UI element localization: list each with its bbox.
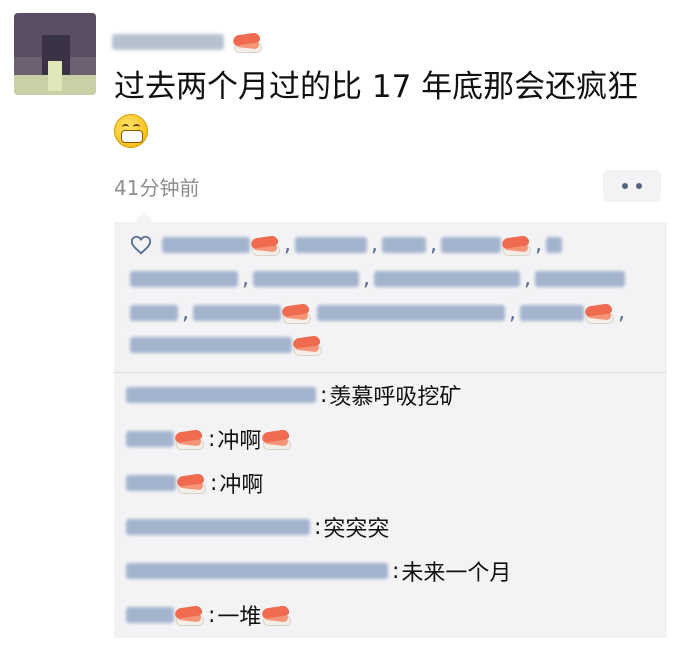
comment-item[interactable]: : 冲啊 [126,422,292,456]
commenter-name[interactable] [126,519,310,535]
liker-name[interactable] [193,304,281,321]
post-time: 41分钟前 [114,176,200,200]
grinning-face-icon [114,114,148,148]
liker-name[interactable] [130,337,292,353]
sushi-icon [174,604,204,626]
comment-item[interactable]: : 一堆 [126,598,292,632]
nickname-blurred [112,34,224,50]
likes-divider [114,372,667,373]
liker-name[interactable] [382,236,426,253]
likes-line-2: , , , [130,266,625,291]
comment-item[interactable]: : 突突突 [126,510,389,544]
liker-name[interactable] [441,236,501,253]
commenter-name[interactable] [126,475,176,491]
comment-item[interactable]: : 冲啊 [126,466,263,500]
comment-item[interactable]: : 未来一个月 [126,554,511,588]
sushi-icon [292,334,322,356]
comment-item[interactable]: : 羡慕呼吸挖矿 [126,378,461,412]
sushi-icon [281,302,311,324]
more-button[interactable] [603,170,661,202]
comment-colon: : [208,602,216,628]
commenter-name[interactable] [126,431,174,447]
comment-colon: : [208,426,216,452]
liker-name[interactable] [546,236,562,253]
more-dot [636,183,642,189]
commenter-name[interactable] [126,563,388,579]
separator: , [535,232,542,257]
separator: , [284,232,291,257]
commenter-name[interactable] [126,607,174,623]
sushi-icon [584,302,614,324]
likes-section: , , , , , , , , , , [114,222,667,370]
liker-name[interactable] [374,270,520,287]
comment-text: 一堆 [217,605,262,630]
liker-name[interactable] [535,270,625,287]
separator: , [242,266,249,291]
liker-name[interactable] [295,236,367,253]
sushi-icon [176,472,206,494]
poster-nickname[interactable] [112,24,262,60]
comment-text: 突突突 [323,517,390,542]
liker-name[interactable] [520,304,584,321]
sushi-icon [250,234,280,256]
sushi-icon [261,604,292,626]
likes-line-1: , , , , [130,232,562,257]
comment-colon: : [210,470,218,496]
likes-line-3: , , , [130,300,629,325]
heart-icon [130,235,152,254]
comment-colon: : [320,382,328,408]
liker-name[interactable] [317,304,505,321]
liker-name[interactable] [253,270,359,287]
commenter-name[interactable] [126,387,316,403]
comments-box: , , , , , , , , , ,: 羡慕呼吸挖矿: 冲啊: 冲啊:… [114,222,667,638]
likes-line-4 [130,334,322,356]
comment-text: 冲啊 [219,473,264,498]
liker-name[interactable] [130,270,238,287]
liker-name[interactable] [162,236,250,253]
liker-name[interactable] [130,304,178,321]
sushi-icon [261,428,292,450]
separator: , [509,300,516,325]
comment-text: 未来一个月 [401,561,512,586]
sushi-icon [174,428,204,450]
separator: , [182,300,189,325]
comment-text: 羡慕呼吸挖矿 [329,385,462,410]
comment-text: 冲啊 [217,429,262,454]
comment-colon: : [314,514,322,540]
sushi-icon [501,234,531,256]
separator: , [371,232,378,257]
separator: , [363,266,370,291]
comment-colon: : [392,558,400,584]
separator: , [430,232,437,257]
comments-arrow [134,212,154,222]
separator: , [618,300,625,325]
more-dots-icon [622,183,628,189]
post-text: 过去两个月过的比 17 年底那会还疯狂 [114,69,639,105]
separator: , [524,266,531,291]
sushi-icon [232,31,262,53]
avatar[interactable] [14,13,96,95]
